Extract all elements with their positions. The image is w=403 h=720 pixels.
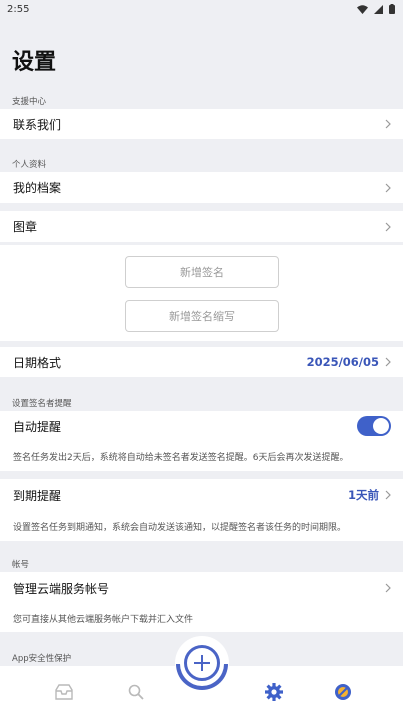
add-signature-button[interactable]: 新增签名 [125, 256, 279, 288]
contact-us-label: 联系我们 [13, 117, 62, 132]
expiry-reminder-value: 1天前 [347, 488, 379, 502]
chevron-right-icon [385, 183, 391, 192]
auto-reminder-note: 签名任务发出2天后，系统将自动给未签名者发送签名提醒。6天后会再次发送提醒。 [0, 441, 403, 471]
settings-icon[interactable] [264, 682, 284, 702]
seal-label: 图章 [13, 220, 38, 234]
contact-us-row[interactable]: 联系我们 [0, 109, 403, 139]
my-profile-label: 我的档案 [13, 181, 62, 195]
section-label-app-security: App安全性保护 [12, 654, 72, 664]
wifi-icon [357, 4, 368, 14]
battery-icon [389, 4, 395, 14]
inbox-icon[interactable] [54, 682, 74, 702]
add-button[interactable] [184, 645, 220, 681]
signal-icon [374, 4, 383, 14]
auto-reminder-toggle[interactable] [357, 416, 391, 436]
status-time: 2:55 [7, 3, 30, 15]
chevron-right-icon [385, 222, 391, 231]
chevron-right-icon [385, 583, 391, 593]
expiry-reminder-label: 到期提醒 [13, 488, 62, 503]
chevron-right-icon [385, 119, 391, 129]
my-profile-row[interactable]: 我的档案 [0, 172, 403, 203]
section-label-account: 帐号 [12, 560, 30, 570]
expiry-reminder-row[interactable]: 到期提醒 1天前 [0, 479, 403, 511]
plus-icon [194, 655, 210, 671]
auto-reminder-row: 自动提醒 [0, 411, 403, 441]
profile-icon[interactable] [333, 682, 353, 702]
section-label-reminder: 设置签名者提醒 [12, 399, 72, 409]
seal-row[interactable]: 图章 [0, 211, 403, 242]
date-format-value: 2025/06/05 [306, 355, 379, 369]
chevron-right-icon [385, 357, 391, 367]
page-title: 设置 [12, 50, 57, 75]
status-icons [357, 4, 395, 14]
expiry-reminder-note: 设置签名任务到期通知，系统会自动发送该通知，以提醒签名者该任务的时间期限。 [0, 511, 403, 541]
section-label-support: 支援中心 [12, 97, 47, 107]
section-label-profile: 个人资料 [12, 160, 47, 170]
search-icon[interactable] [126, 682, 146, 702]
manage-cloud-row[interactable]: 管理云端服务帐号 [0, 572, 403, 604]
date-format-label: 日期格式 [13, 355, 62, 370]
status-bar: 2:55 [0, 0, 403, 18]
cloud-note: 您可直接从其他云端服务帐户下载并汇入文件 [0, 604, 403, 632]
manage-cloud-label: 管理云端服务帐号 [13, 581, 110, 596]
toggle-knob [373, 418, 389, 434]
auto-reminder-label: 自动提醒 [13, 419, 62, 434]
chevron-right-icon [385, 490, 391, 500]
date-format-row[interactable]: 日期格式 2025/06/05 [0, 347, 403, 377]
add-initials-button[interactable]: 新增签名缩写 [125, 300, 279, 332]
signature-panel: 新增签名 新增签名缩写 [0, 245, 403, 341]
